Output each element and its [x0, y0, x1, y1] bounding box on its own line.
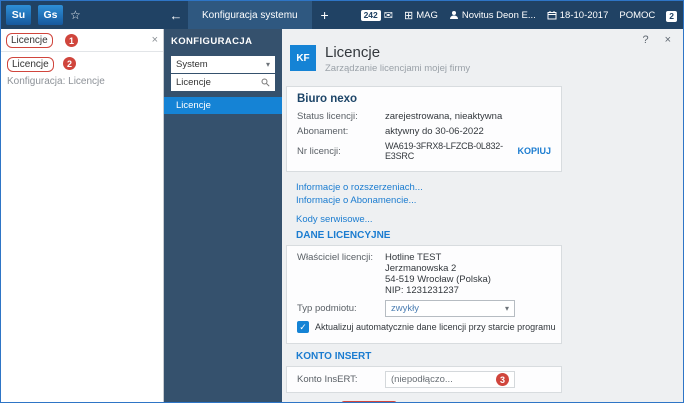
- mail-count-badge: 242: [360, 9, 381, 21]
- entity-type-label: Typ podmiotu:: [297, 303, 357, 314]
- subscription-row: Abonament: aktywny do 30-06-2022: [297, 126, 551, 137]
- config-search-value: Licencje: [176, 77, 211, 88]
- tab-label: Konfiguracja systemu: [202, 9, 298, 21]
- auto-update-row: ✓ Aktualizuj automatycznie dane licencji…: [297, 321, 556, 333]
- config-item-licencje[interactable]: Licencje: [164, 97, 282, 114]
- licencje-view: ? × KF Licencje Zarządzanie licencjami m…: [282, 29, 683, 402]
- warehouse-label: MAG: [416, 9, 438, 21]
- configuration-panel-title: KONFIGURACJA: [171, 36, 253, 47]
- info-links: Informacje o rozszerzeniach... Informacj…: [286, 179, 562, 230]
- insert-account-label: Konto InsERT:: [297, 374, 358, 385]
- license-number-value: WA619-3FRX8-LFZCB-0L832-E3SRC: [385, 141, 503, 161]
- chevron-down-icon: ▾: [265, 60, 270, 69]
- copy-license-button[interactable]: KOPIUJ: [517, 146, 551, 156]
- license-status-row: Status licencji: zarejestrowana, nieakty…: [297, 111, 551, 122]
- annotation-step-3-badge: 3: [496, 373, 509, 386]
- annotation-step-2-badge: 2: [63, 57, 76, 70]
- owner-name: Hotline TEST: [385, 252, 442, 263]
- topbar-status-area: 242 ✉ ⊞ MAG Novitus Deon E... 18-10-2017…: [360, 8, 683, 22]
- subscription-info-link[interactable]: Informacje o Abonamencie...: [296, 194, 552, 207]
- insert-account-heading: KONTO INSERT: [296, 351, 372, 362]
- license-status-value: zarejestrowana, nieaktywna: [385, 111, 503, 122]
- owner-city: 54-519 Wrocław (Polska): [385, 274, 491, 285]
- service-codes-link[interactable]: Kody serwisowe...: [296, 213, 552, 226]
- view-header: KF Licencje Zarządzanie licencjami mojej…: [282, 29, 683, 78]
- owner-nip: NIP: 1231231237: [385, 285, 459, 296]
- close-view-button[interactable]: ×: [665, 34, 671, 46]
- work-date-label: 18-10-2017: [559, 9, 609, 21]
- license-owner-label: Właściciel licencji:: [297, 252, 374, 263]
- license-owner-row: Właściciel licencji: Hotline TEST Jerzma…: [297, 252, 551, 296]
- app-window: Su Gs ☆ ← Konfiguracja systemu + 242 ✉ ⊞…: [0, 0, 684, 403]
- module-kf-badge: KF: [290, 45, 316, 71]
- new-tab-button[interactable]: +: [312, 1, 338, 29]
- license-product-title: Biuro nexo: [297, 93, 358, 105]
- view-toolbar: ? ×: [642, 34, 671, 46]
- license-owner-value: Hotline TEST Jerzmanowska 2 54-519 Wrocł…: [385, 252, 491, 296]
- license-data-heading: DANE LICENCYJNE: [296, 230, 391, 241]
- messages-button[interactable]: 242 ✉: [360, 9, 393, 22]
- clear-search-icon[interactable]: ×: [152, 34, 158, 46]
- license-status-label: Status licencji:: [297, 111, 358, 122]
- gestor-app-tile[interactable]: Gs: [38, 5, 63, 25]
- entity-type-select[interactable]: zwykły ▾: [385, 300, 515, 317]
- entity-type-value: zwykły: [391, 303, 419, 314]
- notification-count-badge[interactable]: 2: [666, 11, 677, 22]
- window-body: Licencje 1 × Licencje 2 Konfiguracja: Li…: [1, 29, 683, 402]
- user-name-label: Novitus Deon E...: [461, 9, 536, 21]
- auto-update-label: Aktualizuj automatycznie dane licencji p…: [315, 322, 556, 332]
- help-button[interactable]: ?: [642, 34, 648, 46]
- search-results-list: Licencje 2 Konfiguracja: Licencje: [1, 52, 163, 89]
- license-number-label: Nr licencji:: [297, 145, 341, 157]
- help-menu[interactable]: POMOC: [619, 10, 655, 21]
- insert-account-value: (niepodłączo...: [391, 374, 453, 385]
- page-title: Licencje: [325, 44, 381, 61]
- account-actions: ZAŁÓŻ PODŁĄCZ Moje konto: [286, 399, 562, 402]
- calendar-icon: [547, 11, 557, 20]
- annotation-step-1-badge: 1: [65, 34, 78, 47]
- tab-strip: ← Konfiguracja systemu +: [164, 1, 338, 29]
- config-category-select[interactable]: System ▾: [171, 56, 275, 73]
- search-result-licencje[interactable]: Licencje 2: [1, 57, 163, 72]
- page-subtitle: Zarządzanie licencjami mojej firmy: [325, 63, 471, 74]
- view-content: Biuro nexo Status licencji: zarejestrowa…: [286, 86, 562, 402]
- warehouse-selector[interactable]: ⊞ MAG: [404, 9, 438, 22]
- subscription-value: aktywny do 30-06-2022: [385, 126, 484, 137]
- license-number-row: Nr licencji: WA619-3FRX8-LFZCB-0L832-E3S…: [297, 141, 551, 161]
- search-result-konfiguracja-licencje[interactable]: Konfiguracja: Licencje: [1, 74, 163, 89]
- warehouse-icon: ⊞: [403, 9, 414, 22]
- auto-update-checkbox[interactable]: ✓: [297, 321, 309, 333]
- subscription-label: Abonament:: [297, 126, 349, 137]
- extensions-info-link[interactable]: Informacje o rozszerzeniach...: [296, 181, 552, 194]
- insert-account-card: Konto InsERT: (niepodłączo... 3: [286, 366, 562, 393]
- chevron-down-icon: ▾: [504, 304, 509, 313]
- owner-street: Jerzmanowska 2: [385, 263, 457, 274]
- search-value-highlight: Licencje: [6, 32, 53, 48]
- back-arrow-icon[interactable]: ←: [164, 1, 188, 29]
- subiekt-app-tile[interactable]: Su: [6, 5, 31, 25]
- help-menu-label: POMOC: [619, 9, 656, 21]
- config-category-value: System: [176, 59, 208, 70]
- search-icon: [261, 78, 270, 87]
- checkbox-checked-icon: ✓: [299, 321, 307, 332]
- license-data-card: Właściciel licencji: Hotline TEST Jerzma…: [286, 245, 562, 344]
- global-search-input[interactable]: Licencje 1 ×: [1, 29, 163, 52]
- topbar-logos: Su Gs ☆: [1, 5, 164, 25]
- user-menu[interactable]: Novitus Deon E...: [449, 10, 536, 21]
- envelope-icon: ✉: [383, 9, 393, 22]
- work-date-selector[interactable]: 18-10-2017: [547, 9, 609, 21]
- license-summary-card: Biuro nexo Status licencji: zarejestrowa…: [286, 86, 562, 172]
- tab-konfiguracja-systemu[interactable]: Konfiguracja systemu: [188, 1, 312, 29]
- view-title-block: Licencje Zarządzanie licencjami mojej fi…: [325, 45, 470, 74]
- entity-type-row: Typ podmiotu: zwykły ▾: [297, 300, 551, 317]
- configuration-panel: KONFIGURACJA System ▾ Licencje Licencje: [164, 29, 282, 402]
- search-sidebar: Licencje 1 × Licencje 2 Konfiguracja: Li…: [1, 29, 164, 402]
- user-icon: [449, 11, 458, 19]
- config-search-input[interactable]: Licencje: [171, 74, 275, 91]
- topbar: Su Gs ☆ ← Konfiguracja systemu + 242 ✉ ⊞…: [1, 1, 683, 29]
- insert-account-field[interactable]: (niepodłączo... 3: [385, 371, 515, 388]
- result-licencje-highlight: Licencje: [7, 57, 54, 72]
- favorites-star-icon[interactable]: ☆: [70, 8, 81, 22]
